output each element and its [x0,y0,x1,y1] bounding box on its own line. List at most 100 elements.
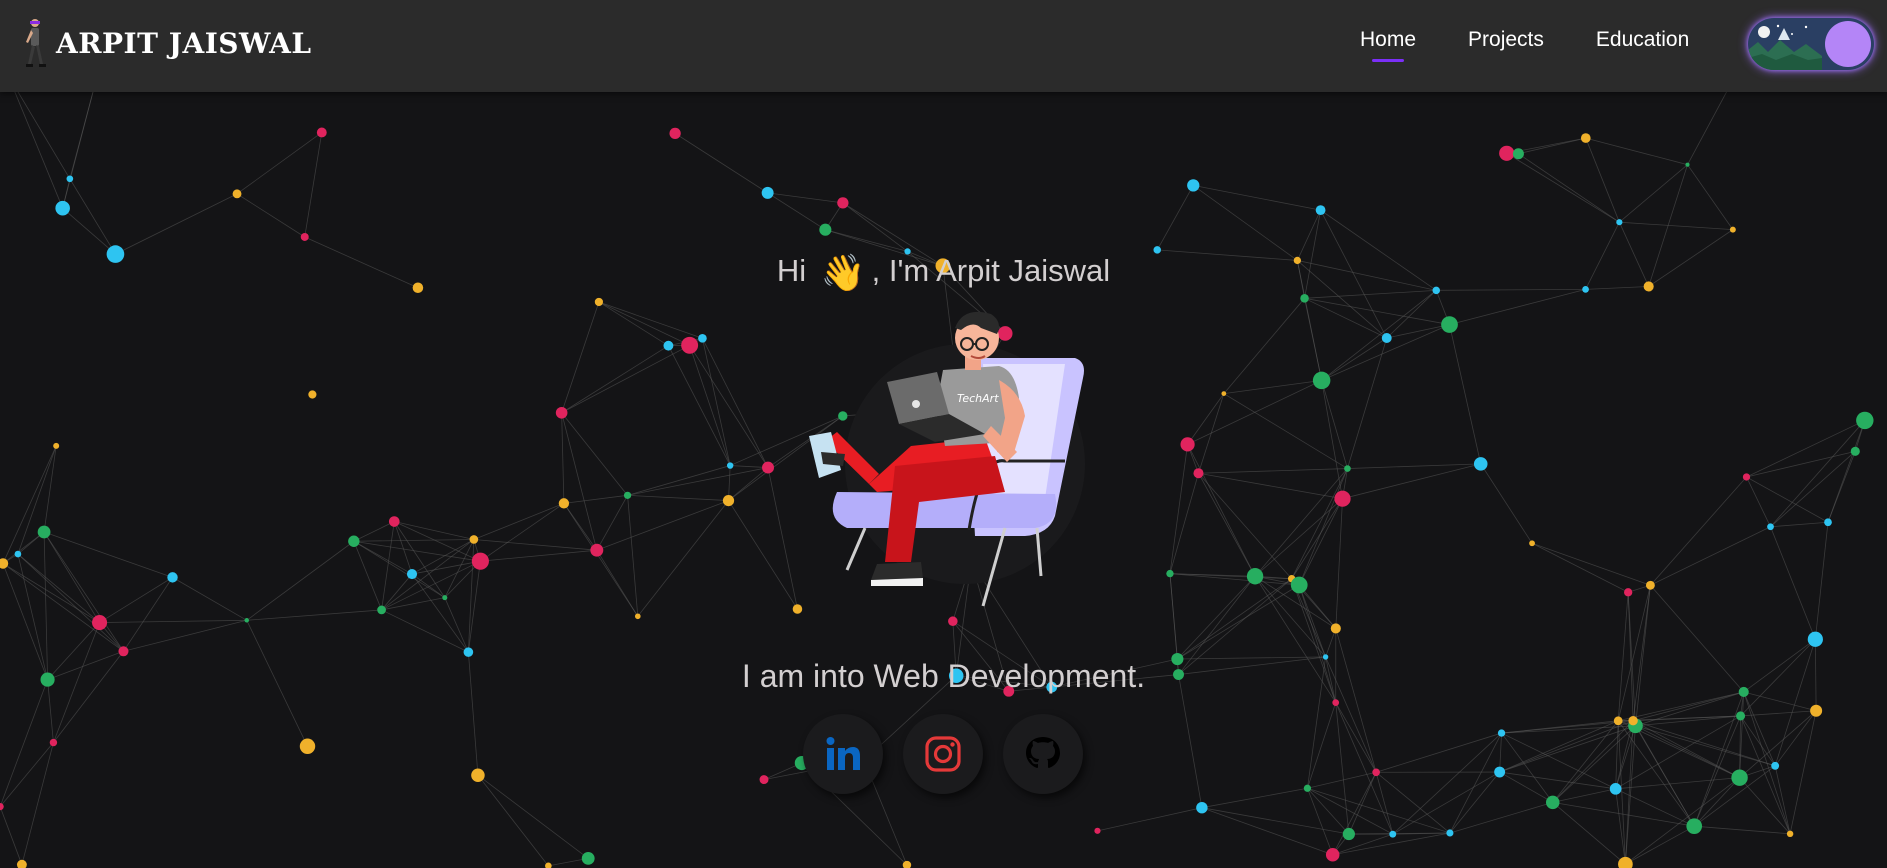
particle-link [236,132,323,195]
particle-link [172,577,247,621]
particle-link [1746,476,1771,527]
particle-link [480,549,597,562]
particle-link [728,467,769,501]
particle-dot [1499,145,1515,161]
particle-dot [1332,699,1340,706]
particle-link [1392,732,1502,835]
instagram-icon [925,736,961,772]
particle-dot [837,197,849,209]
particle-link [353,540,481,562]
particle-link [1201,807,1333,856]
particle-dot [1529,540,1535,547]
particle-dot [1624,588,1633,597]
particle-link [1187,380,1322,445]
particle-link [1531,542,1629,593]
particle-link [668,345,731,466]
particle-link [1291,498,1343,579]
particle-link [353,521,395,542]
particle-link [1321,380,1343,499]
particle-link [563,503,598,551]
particle-dot [1616,219,1623,226]
particle-dot [1609,783,1622,795]
particle-dot [299,738,316,754]
particle-dot [681,336,699,354]
nav-projects[interactable]: Projects [1468,28,1544,52]
particle-dot [14,550,22,558]
particle-dot [663,340,674,351]
nav-home[interactable]: Home [1360,28,1416,62]
particle-dot [1856,411,1874,430]
particle-dot [1580,133,1591,143]
particle-dot [1246,568,1264,585]
particle-link [1298,584,1326,658]
particle-link [1625,825,1695,865]
particle-dot [92,615,108,631]
toggle-knob[interactable] [1825,21,1871,67]
particle-dot [1180,437,1195,452]
particle-link [1342,463,1481,500]
particle-dot [1441,316,1458,333]
particle-link [1449,288,1586,325]
particle-dot [377,605,386,615]
particle-dot [1303,784,1312,792]
hero-greeting: Hi 👋, I'm Arpit Jaiswal [0,252,1887,294]
particle-link [381,597,445,611]
particle-link [1619,164,1688,223]
particle-dot [759,775,769,785]
particle-dot [1807,631,1823,647]
particle-link [1201,787,1308,809]
particle-dot [1381,333,1392,343]
particle-dot [1166,569,1174,578]
particle-dot [1767,523,1774,531]
particle-dot [66,175,74,183]
particle-link [123,619,247,652]
particle-link [1201,807,1349,835]
github-button[interactable] [1003,714,1083,794]
particle-dot [471,768,485,782]
particle-dot [1545,795,1560,810]
particle-link [1335,702,1394,835]
particle-link [1506,152,1620,223]
particle-dot [316,127,327,138]
particle-dot [698,333,707,343]
particle-dot [1221,391,1227,396]
particle-dot [463,647,474,657]
particle-dot [1342,827,1355,841]
particle-dot [1824,518,1832,527]
particle-link [627,495,639,617]
particle-dot [819,223,832,236]
particle-dot [16,859,27,868]
particle-dot [244,618,250,623]
particle-dot [594,297,604,307]
particle-dot [1810,704,1823,717]
particle-link [1632,585,1651,721]
particle-link [467,561,481,653]
particle-link [1650,476,1747,586]
particle-link [598,301,669,347]
particle-link [473,539,597,551]
nav-education[interactable]: Education [1596,28,1689,52]
particle-link [1814,522,1829,640]
brand[interactable]: ARPIT JAISWAL [18,16,312,70]
particle-link [1770,451,1856,528]
particle-link [1650,526,1771,586]
particle-link [627,494,729,501]
particle-link [1615,720,1619,789]
instagram-button[interactable] [903,714,983,794]
particle-link [123,577,173,652]
particle-link [1198,468,1348,474]
particle-link [381,539,475,611]
particle-link [43,531,124,652]
particle-link [563,503,639,617]
linkedin-button[interactable] [803,714,883,794]
linkedin-icon [826,737,860,770]
particle-link [69,178,116,255]
particle-link [1321,290,1437,381]
particle-link [1348,772,1377,835]
particle-dot [348,535,360,547]
theme-toggle[interactable] [1748,18,1874,70]
particle-link [1097,807,1202,832]
particle-link [1499,720,1619,773]
particle-dot [1187,179,1200,192]
particle-link [1335,498,1343,629]
